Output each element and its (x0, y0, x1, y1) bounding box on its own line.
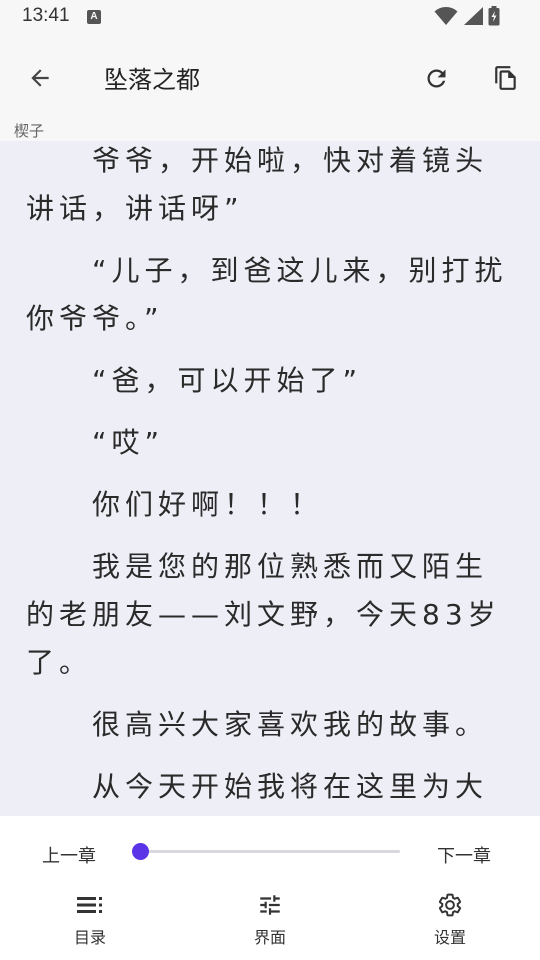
status-icons (434, 6, 500, 26)
signal-icon (464, 7, 483, 25)
nav-settings-button[interactable]: 设置 (390, 890, 510, 954)
page-title: 坠落之都 (104, 66, 200, 94)
battery-icon (488, 6, 500, 26)
prev-chapter-button[interactable]: 上一章 (42, 842, 96, 868)
chapter-progress-slider[interactable] (132, 843, 400, 860)
next-chapter-button[interactable]: 下一章 (437, 842, 491, 868)
copy-button[interactable] (484, 56, 528, 100)
tune-icon (260, 895, 280, 915)
nav-interface-button[interactable]: 界面 (210, 890, 330, 954)
status-bar: 13:41 A (0, 0, 540, 34)
reader-content[interactable]: 爷爷，开始啦，快对着镜头讲话，讲话呀” “儿子，到爸这儿来，别打扰你爷爷。” “… (0, 141, 540, 816)
refresh-icon (427, 69, 445, 87)
nav-toc-button[interactable]: 目录 (30, 890, 150, 954)
paragraph: “爸，可以开始了” (92, 364, 363, 397)
app-bar: 坠落之都 (0, 34, 540, 118)
back-button[interactable] (18, 56, 62, 100)
wifi-icon (434, 7, 458, 25)
nav-settings-label: 设置 (433, 928, 466, 947)
paragraph: 你们好啊！！！ (92, 488, 324, 521)
notification-a-icon: A (87, 10, 101, 24)
paragraph: 爷爷，开始啦，快对着镜头讲话，讲话呀” (26, 144, 489, 225)
paragraph: 从今天开始我将在这里为大 (92, 770, 489, 803)
nav-toc-label: 目录 (73, 928, 106, 947)
refresh-button[interactable] (414, 56, 458, 100)
paragraph: “哎” (92, 426, 165, 459)
paragraph: 我是您的那位熟悉而又陌生的老朋友——刘文野，今天83岁了。 (26, 550, 501, 679)
chapter-label: 楔子 (14, 122, 45, 140)
status-time: 13:41 (22, 5, 70, 26)
paragraph: 很高兴大家喜欢我的故事。 (92, 708, 489, 741)
arrow-back-icon (31, 69, 49, 87)
bottom-panel: 上一章 下一章 目录 界面 设置 (0, 816, 540, 960)
gear-icon (438, 893, 462, 917)
slider-thumb[interactable] (132, 843, 149, 860)
paragraph: “儿子，到爸这儿来，别打扰你爷爷。” (26, 254, 508, 335)
list-icon (77, 897, 102, 913)
nav-interface-label: 界面 (253, 928, 286, 947)
copy-icon (495, 66, 516, 90)
